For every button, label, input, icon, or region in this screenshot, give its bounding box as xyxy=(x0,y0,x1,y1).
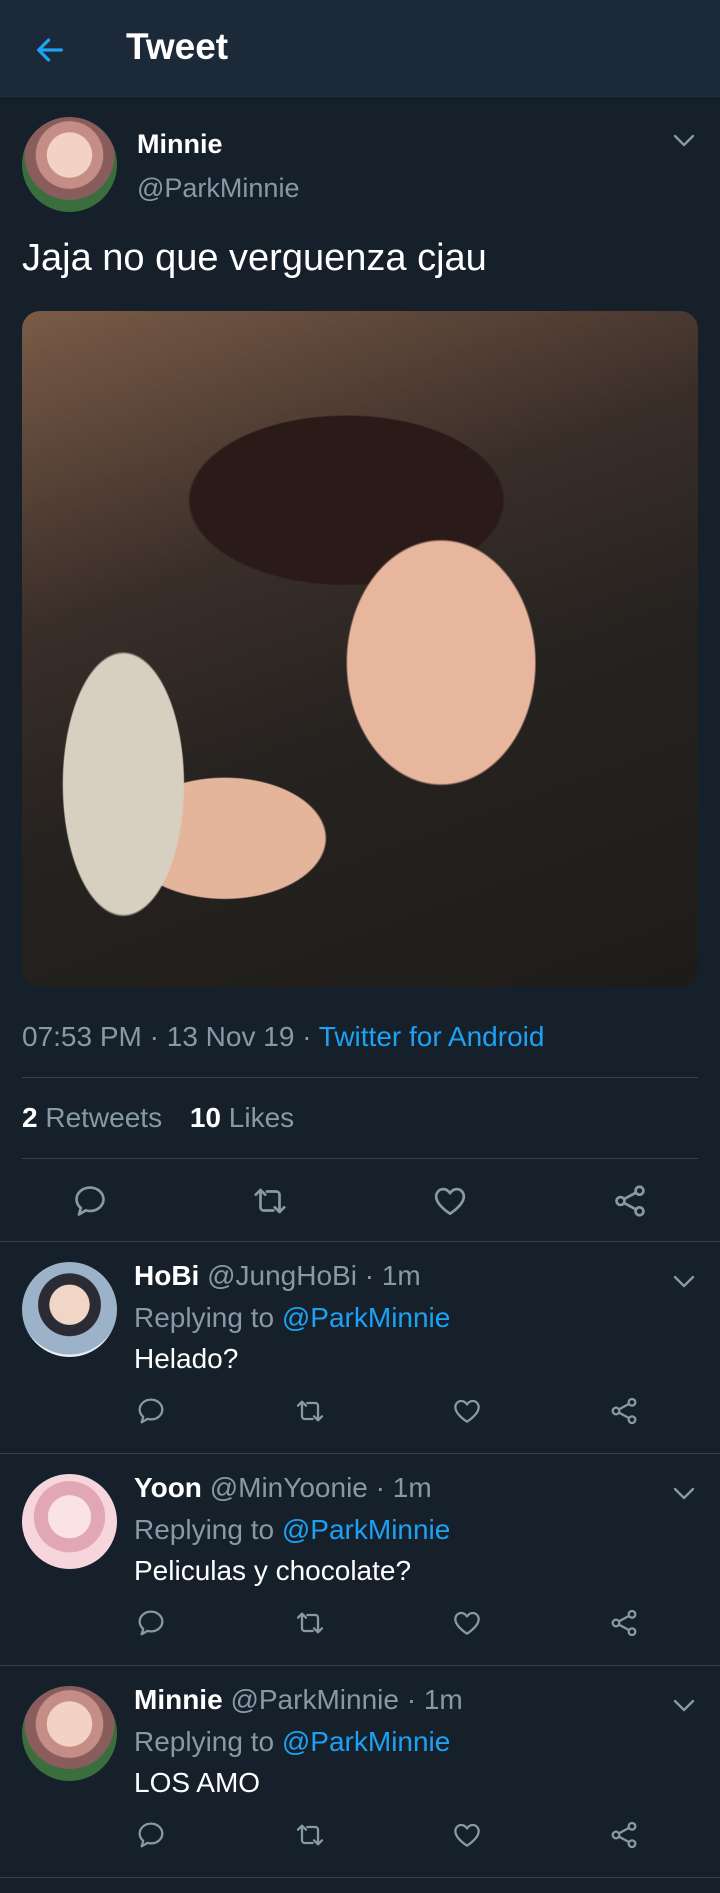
retweet-icon[interactable] xyxy=(250,1181,290,1221)
tweet-timestamp: 07:53 PM · 13 Nov 19 · Twitter for Andro… xyxy=(22,1017,698,1057)
reply-author-handle[interactable]: @ParkMinnie xyxy=(230,1684,398,1715)
chevron-down-icon[interactable] xyxy=(670,1696,698,1716)
reply-time: 1m xyxy=(423,1684,463,1715)
reply-author-name[interactable]: Minnie xyxy=(134,1684,223,1715)
reply-time: 1m xyxy=(381,1260,421,1291)
mention-link[interactable]: @ParkMinnie xyxy=(282,1726,450,1757)
reply-icon[interactable] xyxy=(134,1606,168,1640)
reply-tweet[interactable]: HoBi @JungHoBi · 1m Replying to @ParkMin… xyxy=(0,1242,720,1454)
avatar[interactable] xyxy=(22,1262,117,1357)
tweet-date: 13 Nov 19 xyxy=(166,1021,295,1052)
share-icon[interactable] xyxy=(607,1818,641,1852)
reply-icon[interactable] xyxy=(70,1181,110,1221)
reply-time: 1m xyxy=(392,1472,432,1503)
heart-icon[interactable] xyxy=(450,1818,484,1852)
tweet-time: 07:53 PM xyxy=(22,1021,142,1052)
reply-header: HoBi @JungHoBi · 1m xyxy=(134,1260,421,1291)
author-name[interactable]: Minnie xyxy=(137,129,223,160)
chevron-down-icon[interactable] xyxy=(670,1272,698,1292)
share-icon[interactable] xyxy=(607,1394,641,1428)
reply-author-name[interactable]: Yoon xyxy=(134,1472,202,1503)
tweet-actions xyxy=(22,1159,698,1241)
share-icon[interactable] xyxy=(607,1606,641,1640)
reply-tweet[interactable]: Minnie @ParkMinnie · 1m Replying to @Par… xyxy=(0,1666,720,1878)
avatar[interactable] xyxy=(22,1686,117,1781)
retweet-icon[interactable] xyxy=(293,1394,327,1428)
heart-icon[interactable] xyxy=(450,1606,484,1640)
arrow-left-icon[interactable] xyxy=(30,30,70,70)
reply-text: Helado? xyxy=(134,1343,239,1374)
avatar[interactable] xyxy=(22,117,117,212)
likes-count: 10 xyxy=(189,1102,222,1133)
heart-icon[interactable] xyxy=(430,1181,470,1221)
replying-to: Replying to @ParkMinnie xyxy=(134,1300,450,1336)
author-handle[interactable]: @ParkMinnie xyxy=(137,173,299,204)
separator: · xyxy=(294,1021,319,1052)
replying-label: Replying to xyxy=(134,1302,275,1333)
tweet-photo[interactable] xyxy=(22,311,698,987)
reply-icon[interactable] xyxy=(134,1818,168,1852)
retweets-count: 2 xyxy=(22,1102,38,1133)
share-icon[interactable] xyxy=(610,1181,650,1221)
main-tweet: Minnie @ParkMinnie Jaja no que verguenza… xyxy=(0,99,720,1241)
mention-link[interactable]: @ParkMinnie xyxy=(282,1302,450,1333)
reply-author-handle[interactable]: @MinYoonie xyxy=(210,1472,368,1503)
tweet-stats: 2 Retweets 10 Likes xyxy=(22,1078,698,1158)
avatar[interactable] xyxy=(22,1474,117,1569)
tweet-author: Minnie @ParkMinnie xyxy=(22,99,698,219)
reply-header: Minnie @ParkMinnie · 1m xyxy=(134,1684,463,1715)
heart-icon[interactable] xyxy=(450,1394,484,1428)
page-title: Tweet xyxy=(126,26,229,67)
retweet-icon[interactable] xyxy=(293,1818,327,1852)
likes-label: Likes xyxy=(228,1102,295,1133)
reply-tweet[interactable]: Yoon @MinYoonie · 1m Replying to @ParkMi… xyxy=(0,1454,720,1666)
reply-text: Peliculas y chocolate? xyxy=(134,1555,412,1586)
chevron-down-icon[interactable] xyxy=(670,1484,698,1504)
tweet-text: Jaja no que verguenza cjau xyxy=(22,237,487,279)
retweets-stat[interactable]: 2 Retweets xyxy=(22,1102,162,1133)
top-app-bar: Tweet xyxy=(0,0,720,99)
chevron-down-icon[interactable] xyxy=(670,131,698,151)
retweet-icon[interactable] xyxy=(293,1606,327,1640)
reply-author-handle[interactable]: @JungHoBi xyxy=(207,1260,357,1291)
client-link[interactable]: Twitter for Android xyxy=(319,1021,545,1052)
reply-header: Yoon @MinYoonie · 1m xyxy=(134,1472,432,1503)
replying-to: Replying to @ParkMinnie xyxy=(134,1512,450,1548)
likes-stat[interactable]: 10 Likes xyxy=(190,1102,294,1133)
retweets-label: Retweets xyxy=(45,1102,163,1133)
separator: · xyxy=(141,1021,167,1052)
replying-label: Replying to xyxy=(134,1514,275,1545)
mention-link[interactable]: @ParkMinnie xyxy=(282,1514,450,1545)
reply-author-name[interactable]: HoBi xyxy=(134,1260,199,1291)
reply-text: LOS AMO xyxy=(134,1767,261,1798)
reply-icon[interactable] xyxy=(134,1394,168,1428)
replying-to: Replying to @ParkMinnie xyxy=(134,1724,450,1760)
replying-label: Replying to xyxy=(134,1726,275,1757)
